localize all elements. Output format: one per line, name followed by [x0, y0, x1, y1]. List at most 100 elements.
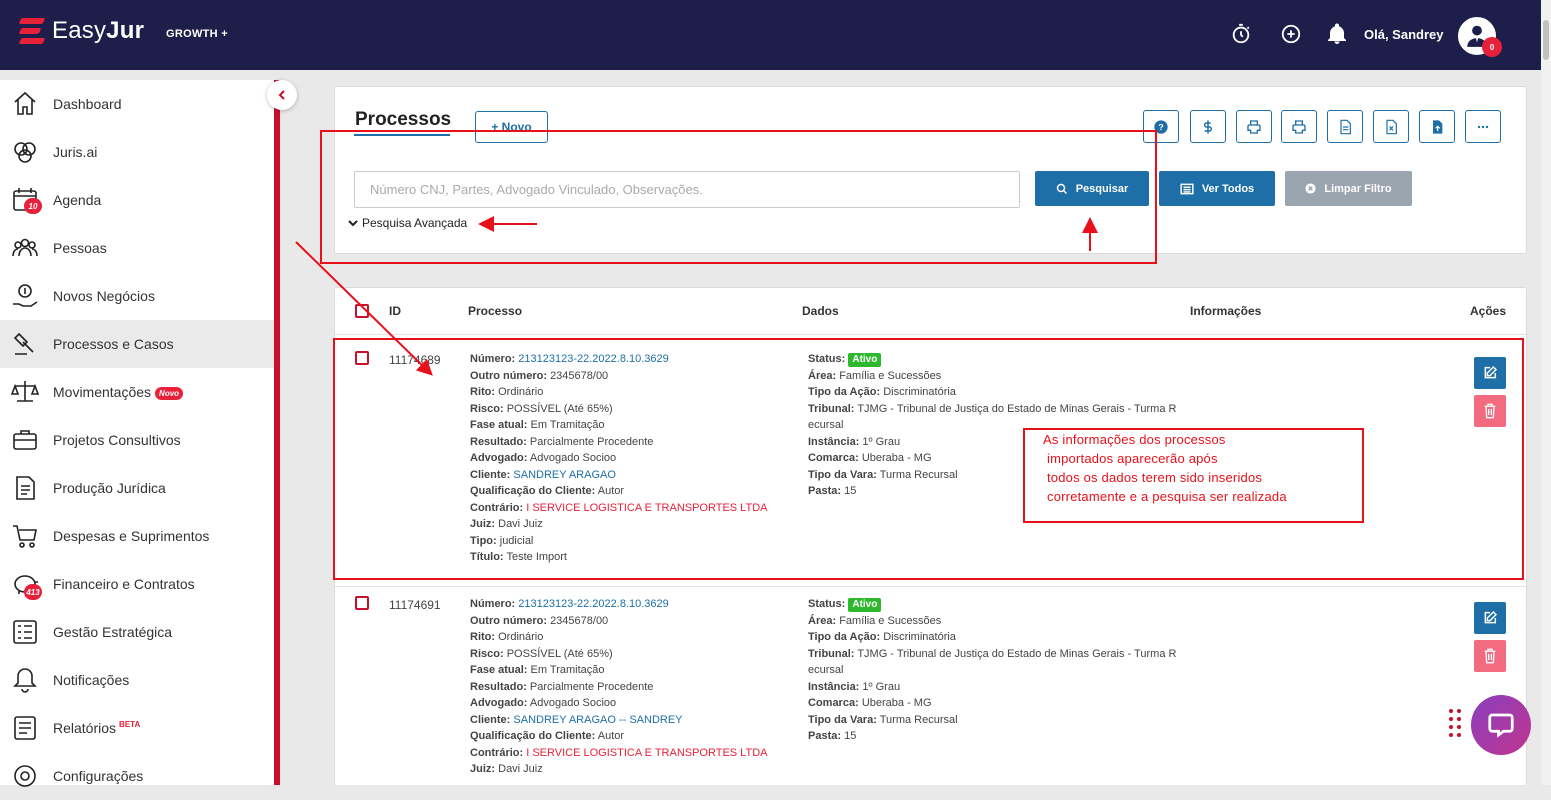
- row-divider: [335, 586, 1526, 587]
- sidebar-item-label: Relatórios BETA: [53, 720, 141, 736]
- select-all-checkbox[interactable]: [355, 304, 369, 318]
- sidebar-item-label: Movimentações Novo: [53, 384, 184, 400]
- plan-label: GROWTH +: [166, 28, 228, 40]
- chat-icon: [1488, 713, 1514, 738]
- dados-field-cont: ecursal: [808, 664, 844, 676]
- sidebar-item-financeiro-e-contratos[interactable]: 413 Financeiro e Contratos: [0, 560, 274, 608]
- notification-count-badge: 0: [1482, 37, 1502, 57]
- cart-icon: [10, 521, 40, 551]
- processo-field: Número: 213123123-22.2022.8.10.3629: [470, 598, 669, 610]
- sidebar-item-pessoas[interactable]: Pessoas: [0, 224, 274, 272]
- annotation-line-3: todos os dados terem sido inseridos: [1047, 470, 1263, 485]
- home-icon: [10, 89, 40, 119]
- sidebar-item-label: Gestão Estratégica: [53, 624, 173, 640]
- processo-field: Juiz: Davi Juiz: [470, 763, 543, 775]
- people-icon: [10, 233, 40, 263]
- plus-circle-icon[interactable]: [1279, 22, 1303, 46]
- edit-icon: [1484, 610, 1498, 624]
- col-header-id[interactable]: ID: [389, 304, 401, 318]
- print-alt-button[interactable]: [1281, 110, 1317, 143]
- sidebar-item-label: Notificações: [53, 672, 130, 688]
- sidebar-item-projetos-consultivos[interactable]: Projetos Consultivos: [0, 416, 274, 464]
- processo-field: Cliente: SANDREY ARAGAO -- SANDREY: [470, 713, 683, 726]
- gear-icon: [10, 761, 40, 791]
- processo-field-value: Parcialmente Procedente: [529, 680, 654, 693]
- processo-details: Número: 213123123-22.2022.8.10.3629 Outro…: [470, 596, 790, 778]
- gavel-icon: [10, 329, 40, 359]
- sidebar-item-notificacoes[interactable]: Notificações: [0, 656, 274, 704]
- chevron-left-icon: [278, 90, 285, 100]
- processo-field-value: Autor: [597, 730, 625, 742]
- chat-widget-button[interactable]: [1471, 695, 1531, 755]
- sidebar-item-despesas-e-suprimentos[interactable]: Despesas e Suprimentos: [0, 512, 274, 560]
- upload-file-button[interactable]: [1419, 110, 1455, 143]
- strategy-icon: [10, 617, 40, 647]
- col-header-dados[interactable]: Dados: [802, 304, 839, 318]
- file-icon: [1340, 119, 1351, 134]
- print-icon: [1247, 119, 1261, 134]
- upload-file-icon: [1433, 119, 1443, 134]
- processo-field: Risco: POSSÍVEL (Até 65%): [470, 647, 613, 660]
- processo-field-value[interactable]: SANDREY ARAGAO -- SANDREY: [513, 714, 682, 726]
- stopwatch-icon[interactable]: [1229, 22, 1253, 46]
- sidebar-item-juris-ai[interactable]: Juris.ai: [0, 128, 274, 176]
- status-field: Status: Ativo: [808, 596, 1188, 613]
- processo-field: Resultado: Parcialmente Procedente: [470, 680, 654, 693]
- sidebar-collapse-button[interactable]: [267, 80, 297, 110]
- clear-filter-label: Limpar Filtro: [1324, 182, 1392, 195]
- processo-field: Rito: Ordinário: [470, 631, 544, 643]
- dados-field: Instância: 1º Grau: [808, 680, 901, 693]
- sidebar-item-gestao-estrategica[interactable]: Gestão Estratégica: [0, 608, 274, 656]
- view-all-button[interactable]: Ver Todos: [1159, 171, 1275, 206]
- report-icon: [10, 713, 40, 743]
- col-header-processo[interactable]: Processo: [468, 304, 522, 318]
- logo-mark-icon: [18, 16, 46, 46]
- drag-handle-icon[interactable]: [1448, 708, 1462, 742]
- sidebar-item-label: Financeiro e Contratos: [53, 576, 195, 592]
- bell-icon: [10, 665, 40, 695]
- sidebar-item-label: Juris.ai: [53, 144, 98, 160]
- print-button[interactable]: [1236, 110, 1272, 143]
- page-title: Processos: [355, 109, 452, 130]
- scale-icon: [10, 377, 40, 407]
- beta-badge: BETA: [119, 720, 141, 730]
- top-bar: EasyJur GROWTH + Olá, Sandrey 0: [0, 0, 1551, 70]
- more-button[interactable]: [1465, 110, 1501, 143]
- user-greeting[interactable]: Olá, Sandrey: [1364, 27, 1443, 42]
- sidebar-item-label: Despesas e Suprimentos: [53, 528, 210, 544]
- app-logo[interactable]: EasyJur: [18, 16, 144, 46]
- row-id: 11174691: [389, 598, 441, 612]
- sidebar-item-label: Produção Jurídica: [53, 480, 166, 496]
- processo-field: Advogado: Advogado Socioo: [470, 697, 617, 709]
- sidebar-item-producao-juridica[interactable]: Produção Jurídica: [0, 464, 274, 512]
- more-icon: [1477, 125, 1489, 128]
- page-scrollbar-thumb[interactable]: [1543, 20, 1549, 60]
- sidebar-item-novos-negocios[interactable]: Novos Negócios: [0, 272, 274, 320]
- delete-button[interactable]: [1474, 640, 1506, 672]
- clear-filter-button[interactable]: Limpar Filtro: [1285, 171, 1412, 206]
- sidebar-item-agenda[interactable]: 10 Agenda: [0, 176, 274, 224]
- processo-field-value: Em Tramitação: [530, 664, 605, 676]
- processo-field-value[interactable]: I SERVICE LOGISTICA E TRANSPORTES LTDA: [526, 747, 767, 759]
- sidebar-item-label: Projetos Consultivos: [53, 432, 181, 448]
- col-header-informacoes[interactable]: Informações: [1190, 304, 1261, 318]
- file-button[interactable]: [1327, 110, 1363, 143]
- excel-button[interactable]: [1373, 110, 1409, 143]
- processo-field: Contrário: I SERVICE LOGISTICA E TRANSPO…: [470, 746, 768, 759]
- row-checkbox[interactable]: [355, 596, 369, 610]
- edit-button[interactable]: [1474, 602, 1506, 634]
- sidebar-item-label: Dashboard: [53, 96, 122, 112]
- dados-details: Status: Ativo Área: Família e Sucessões Ti…: [808, 596, 1188, 745]
- sidebar-item-processos-e-casos[interactable]: Processos e Casos: [0, 320, 274, 368]
- dollar-button[interactable]: [1190, 110, 1226, 143]
- processo-field: Qualificação do Cliente: Autor: [470, 730, 625, 742]
- sidebar-item-dashboard[interactable]: Dashboard: [0, 80, 274, 128]
- sidebar-count-badge: 10: [24, 198, 42, 214]
- bell-icon[interactable]: [1325, 22, 1349, 46]
- page-scrollbar[interactable]: [1541, 0, 1551, 785]
- sidebar-item-configuracoes[interactable]: Configurações: [0, 752, 274, 800]
- dollar-icon: [1203, 119, 1213, 134]
- sidebar-item-movimentacoes[interactable]: Movimentações Novo: [0, 368, 274, 416]
- processo-field-value[interactable]: 213123123-22.2022.8.10.3629: [518, 598, 668, 610]
- sidebar-item-relatorios[interactable]: Relatórios BETA: [0, 704, 274, 752]
